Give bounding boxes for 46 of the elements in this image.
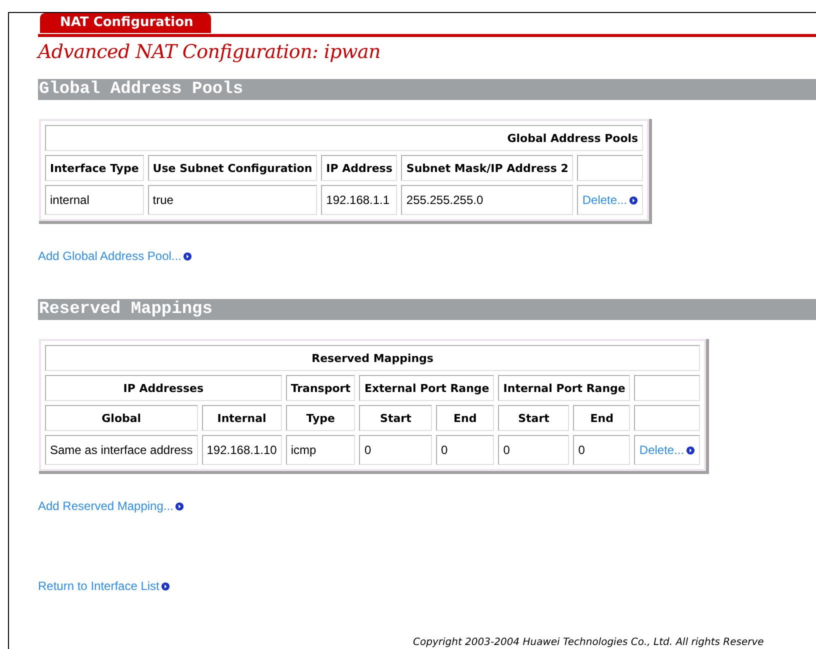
column-header: Global bbox=[45, 405, 198, 431]
delete-link[interactable]: Delete... bbox=[639, 443, 696, 457]
column-header: Use Subnet Configuration bbox=[148, 155, 318, 181]
delete-link[interactable]: Delete... bbox=[582, 193, 638, 207]
section-header: Global Address Pools bbox=[38, 79, 816, 100]
return-link[interactable]: Return to Interface List bbox=[38, 579, 170, 593]
table-cell: 0 bbox=[359, 435, 432, 465]
table-cell: internal bbox=[45, 185, 144, 215]
column-header: Type bbox=[286, 405, 356, 431]
nat-tab[interactable]: NAT Configuration bbox=[40, 13, 212, 33]
column-header: End bbox=[436, 405, 494, 431]
column-group-header: IP Addresses bbox=[45, 375, 282, 401]
table-cell: true bbox=[148, 185, 318, 215]
copyright-text: Copyright 2003-2004 Huawei Technologies Co., Ltd. All rights Reserve bbox=[413, 637, 764, 648]
table-title: Reserved Mappings bbox=[45, 345, 700, 371]
table-cell: icmp bbox=[286, 435, 356, 465]
section-header: Reserved Mappings bbox=[38, 299, 816, 320]
table-cell: 255.255.255.0 bbox=[401, 185, 574, 215]
table-cell: 0 bbox=[498, 435, 570, 465]
column-header: Interface Type bbox=[45, 155, 144, 181]
column-header: End bbox=[573, 405, 630, 431]
column-header: IP Address bbox=[321, 155, 398, 181]
arrow-circle-icon bbox=[686, 446, 696, 454]
table-cell: 0 bbox=[573, 435, 630, 465]
column-header bbox=[634, 405, 700, 431]
table-cell: 192.168.1.10 bbox=[202, 435, 282, 465]
column-header bbox=[577, 155, 644, 181]
column-header: Internal bbox=[202, 405, 282, 431]
table-title: Global Address Pools bbox=[45, 125, 644, 151]
column-group-header: External Port Range bbox=[359, 375, 494, 401]
table-cell: 0 bbox=[436, 435, 494, 465]
arrow-circle-icon bbox=[183, 252, 192, 260]
column-group-header: Transport bbox=[286, 375, 356, 401]
column-group-header: Internal Port Range bbox=[498, 375, 630, 401]
page-title: Advanced NAT Configuration: ipwan bbox=[38, 41, 382, 63]
table-cell: Same as interface address bbox=[45, 435, 198, 465]
add-pool-link[interactable]: Add Global Address Pool... bbox=[38, 249, 192, 263]
column-header: Start bbox=[359, 405, 432, 431]
add-mapping-link[interactable]: Add Reserved Mapping... bbox=[38, 499, 184, 513]
arrow-circle-icon bbox=[629, 196, 638, 204]
column-header bbox=[634, 375, 700, 401]
column-header: Subnet Mask/IP Address 2 bbox=[401, 155, 574, 181]
arrow-circle-icon bbox=[161, 582, 170, 590]
table-cell: 192.168.1.1 bbox=[321, 185, 398, 215]
column-header: Start bbox=[498, 405, 570, 431]
arrow-circle-icon bbox=[175, 502, 184, 510]
